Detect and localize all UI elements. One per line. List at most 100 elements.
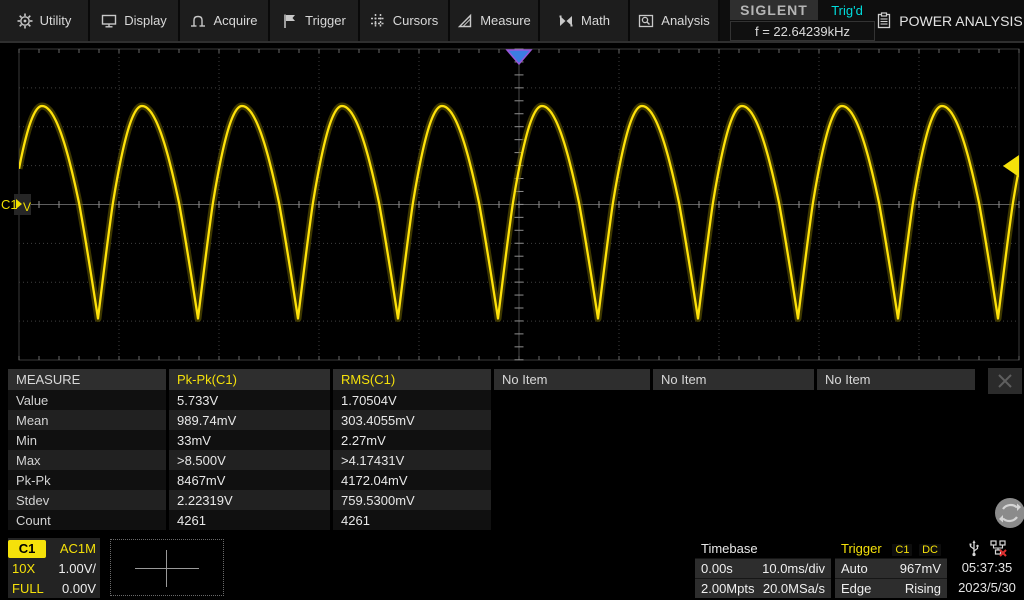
power-analysis-button[interactable]: POWER ANALYSIS — [876, 0, 1024, 41]
trigger-descriptor[interactable]: Trigger C1 DC Auto 967mV Edge Rising — [835, 538, 947, 598]
measure-value: 4172.04mV — [333, 470, 491, 490]
menu-acquire-label: Acquire — [213, 13, 258, 28]
svg-text:C1: C1 — [1, 197, 18, 212]
menu-analysis[interactable]: Analysis — [630, 0, 720, 41]
measure-row-count: Count 4261 4261 — [0, 510, 1024, 530]
trigger-type: Edge — [841, 581, 872, 596]
measure-row-min: Min 33mV 2.27mV — [0, 430, 1024, 450]
close-icon — [998, 374, 1012, 388]
measure-row-label: Mean — [8, 410, 166, 430]
measure-value: 303.4055mV — [333, 410, 491, 430]
menu-measure[interactable]: Measure — [450, 0, 540, 41]
measure-row-pk-pk: Pk-Pk 8467mV 4172.04mV — [0, 470, 1024, 490]
measure-value: 8467mV — [169, 470, 330, 490]
measure-value: >8.500V — [169, 450, 330, 470]
channel1-descriptor[interactable]: C1 AC1M 10X 1.00V/ FULL 0.00V — [8, 538, 100, 598]
menu-utility-label: Utility — [39, 13, 72, 28]
siglent-logo: SIGLENT — [730, 0, 818, 20]
menu-trigger-label: Trigger — [305, 13, 346, 28]
measure-value: 33mV — [169, 430, 330, 450]
acquire-icon — [191, 15, 206, 27]
measure-column-header-5[interactable]: No Item — [817, 369, 975, 390]
measure-value: 759.5300mV — [333, 490, 491, 510]
measure-value: 989.74mV — [169, 410, 330, 430]
menu-math[interactable]: Math — [540, 0, 630, 41]
power-analysis-label: POWER ANALYSIS — [899, 12, 1023, 29]
timebase-delay: 0.00s — [701, 561, 733, 576]
channel1-coupling: AC1M — [59, 540, 96, 556]
measure-row-stdev: Stdev 2.22319V 759.5300mV — [0, 490, 1024, 510]
measure-value: 2.22319V — [169, 490, 330, 510]
measure-value: 4261 — [169, 510, 330, 530]
refresh-icon — [995, 498, 1024, 528]
status-area[interactable]: 05:37:35 2023/5/30 — [950, 538, 1024, 598]
measure-table-title[interactable]: MEASURE — [8, 369, 166, 390]
menu-display[interactable]: Display — [90, 0, 180, 41]
measure-row-label: Stdev — [8, 490, 166, 510]
menu-analysis-label: Analysis — [661, 13, 710, 28]
measure-value: 5.733V — [169, 390, 330, 410]
trigger-slope: Rising — [904, 581, 941, 596]
display-icon — [101, 14, 117, 28]
measure-column-header-3[interactable]: No Item — [494, 369, 650, 390]
add-channel-placeholder[interactable] — [110, 539, 224, 596]
measure-value: >4.17431V — [333, 450, 491, 470]
menu-trigger[interactable]: Trigger — [270, 0, 360, 41]
graticule — [18, 48, 1020, 361]
measure-row-label: Max — [8, 450, 166, 470]
measure-column-header-1[interactable]: Pk-Pk(C1) — [169, 369, 330, 390]
measure-value: 4261 — [333, 510, 491, 530]
analysis-icon — [639, 14, 654, 27]
channel1-offset: 0.00V — [62, 580, 96, 596]
trigger-title: Trigger — [841, 540, 882, 556]
lan-disconnected-icon — [989, 539, 1007, 557]
measure-table-header: MEASURE Pk-Pk(C1) RMS(C1) No Item No Item No … — [0, 369, 1024, 390]
gesture-recenter-button[interactable] — [993, 496, 1024, 530]
channel1-bandwidth: FULL — [12, 580, 44, 596]
measure-row-value: Value 5.733V 1.70504V — [0, 390, 1024, 410]
menu-measure-label: Measure — [480, 13, 531, 28]
measure-column-header-2[interactable]: RMS(C1) — [333, 369, 491, 390]
trigger-level-marker[interactable] — [1003, 155, 1019, 177]
menu-cursors-label: Cursors — [392, 13, 439, 28]
logo-block: SIGLENT Trig'd f = 22.64239kHz — [730, 0, 876, 41]
menu-math-label: Math — [581, 13, 610, 28]
math-icon — [559, 15, 573, 26]
menu-display-label: Display — [124, 13, 167, 28]
usb-icon — [969, 539, 979, 556]
trigger-coupling-chip: DC — [919, 543, 941, 556]
measure-icon — [458, 13, 472, 27]
timebase-memory: 2.00Mpts — [701, 581, 755, 596]
trigger-status-badge: Trig'd — [831, 2, 863, 18]
clock-date: 2023/5/30 — [958, 580, 1016, 595]
measure-row-label: Pk-Pk — [8, 470, 166, 490]
measure-close-button[interactable] — [988, 368, 1022, 394]
measure-value: 1.70504V — [333, 390, 491, 410]
menu-acquire[interactable]: Acquire — [180, 0, 270, 41]
measure-row-max: Max >8.500V >4.17431V — [0, 450, 1024, 470]
timebase-sample-rate: 20.0MSa/s — [762, 581, 825, 596]
flag-icon — [284, 14, 296, 28]
frequency-readout: f = 22.64239kHz — [730, 21, 875, 41]
trigger-position-marker[interactable] — [505, 49, 533, 66]
channel1-volts-div: 1.00V/ — [58, 560, 96, 576]
svg-text:V: V — [23, 200, 31, 214]
measure-row-label: Count — [8, 510, 166, 530]
channel1-badge: C1 — [8, 539, 46, 558]
timebase-scale: 10.0ms/div — [762, 561, 825, 576]
menu-cursors[interactable]: Cursors — [360, 0, 450, 41]
timebase-descriptor[interactable]: Timebase 0.00s 10.0ms/div 2.00Mpts 20.0M… — [695, 538, 831, 598]
channel1-attenuation: 10X — [12, 560, 36, 576]
measure-row-label: Min — [8, 430, 166, 450]
channel-offset-marker[interactable]: C1 V — [1, 194, 31, 215]
measure-value: 2.27mV — [333, 430, 491, 450]
measure-column-header-4[interactable]: No Item — [653, 369, 814, 390]
clock-time: 05:37:35 — [961, 560, 1013, 575]
trigger-level: 967mV — [899, 561, 941, 576]
trigger-source-chip: C1 — [892, 543, 913, 556]
clipboard-icon — [878, 12, 891, 29]
menu-utility[interactable]: Utility — [0, 0, 90, 41]
measure-row-label: Value — [8, 390, 166, 410]
menu-bar: Utility Display Acquire Trigger Cursors … — [0, 0, 1024, 43]
measure-row-mean: Mean 989.74mV 303.4055mV — [0, 410, 1024, 430]
